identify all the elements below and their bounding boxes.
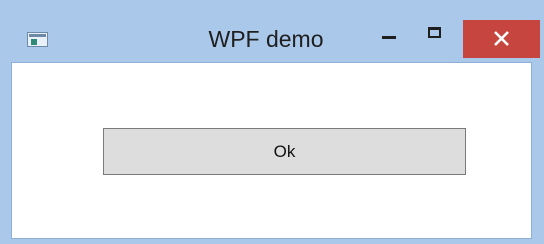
window-content: Ok xyxy=(11,62,532,239)
ok-button[interactable]: Ok xyxy=(103,128,466,175)
window-app-icon-bar xyxy=(29,34,46,37)
minimize-icon xyxy=(382,36,396,39)
window-title: WPF demo xyxy=(208,26,324,52)
maximize-icon xyxy=(428,27,441,38)
window-app-icon[interactable] xyxy=(27,32,48,47)
close-icon xyxy=(494,31,509,46)
minimize-button[interactable] xyxy=(373,22,407,52)
close-button[interactable] xyxy=(463,20,540,58)
maximize-button[interactable] xyxy=(420,20,450,50)
title-bar[interactable]: WPF demo xyxy=(0,0,544,62)
window-app-icon-pane xyxy=(31,39,37,45)
app-window: WPF demo Ok xyxy=(0,0,544,244)
